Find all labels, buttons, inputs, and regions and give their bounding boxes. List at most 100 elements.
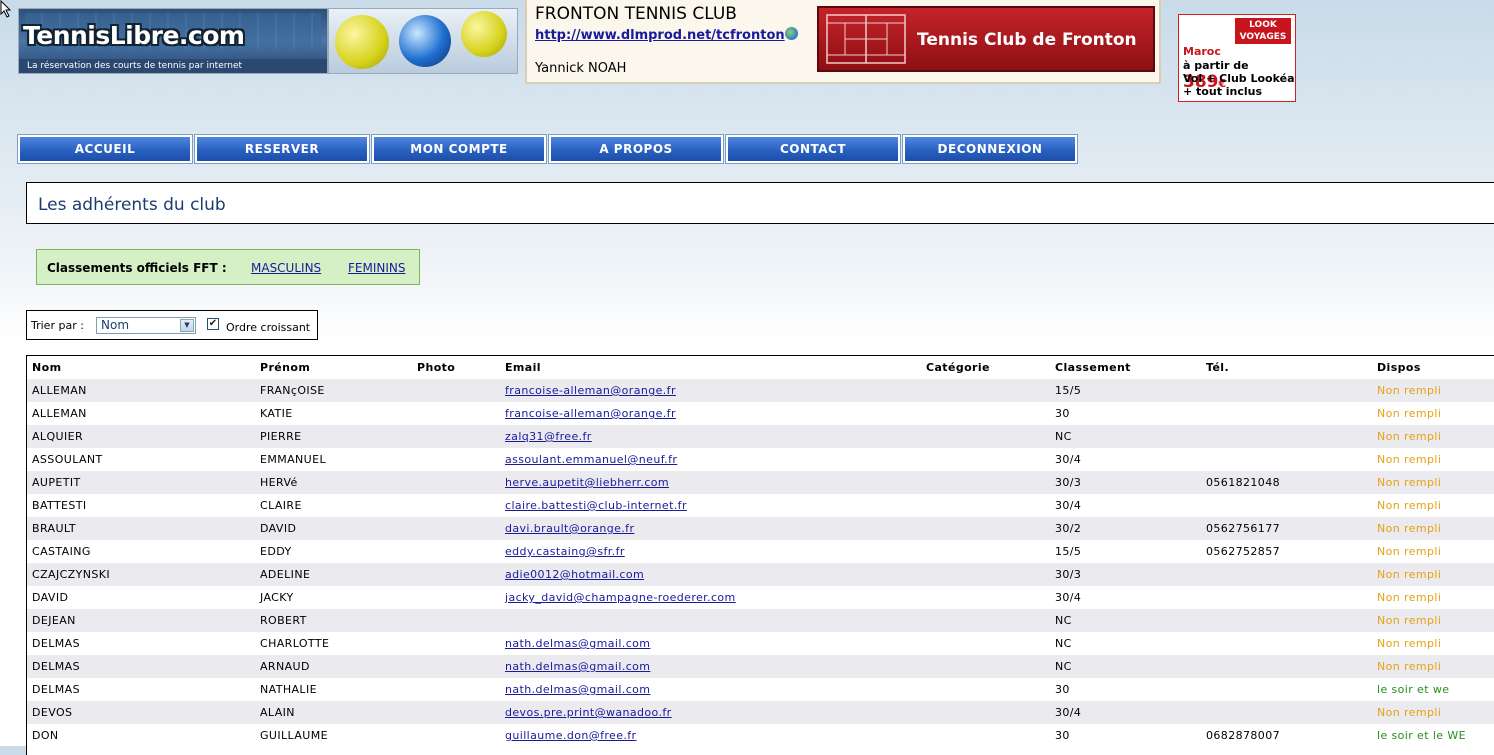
chevron-down-icon[interactable]: ▼ xyxy=(180,319,194,332)
cell-prenom: FRANçOISE xyxy=(255,379,412,402)
members-table: Nom Prénom Photo Email Catégorie Classem… xyxy=(26,355,1494,755)
cell-nom: CASTAING xyxy=(27,540,255,563)
cell-tel: 0562756177 xyxy=(1201,517,1372,540)
cell-tel: 0562752857 xyxy=(1201,540,1372,563)
fft-women-link[interactable]: FEMININS xyxy=(348,261,406,275)
site-logo[interactable]: TennisLibre.com La réservation des court… xyxy=(18,8,518,74)
cell-tel xyxy=(1201,425,1372,448)
nav-deconnexion-button[interactable]: DECONNEXION xyxy=(902,134,1078,164)
cell-dispos: Non rempli xyxy=(1372,563,1494,586)
ad-price-prefix: à partir de xyxy=(1183,59,1249,72)
email-link[interactable]: davi.brault@orange.fr xyxy=(505,522,634,535)
email-link[interactable]: francoise-alleman@orange.fr xyxy=(505,407,676,420)
cell-prenom: ROBERT xyxy=(255,609,412,632)
cell-classement: 30/4 xyxy=(1050,701,1201,724)
email-link[interactable]: herve.aupetit@liebherr.com xyxy=(505,476,669,489)
email-link[interactable]: claire.battesti@club-internet.fr xyxy=(505,499,687,512)
cell-tel: 0682878007 xyxy=(1201,724,1372,747)
cell-prenom: GUILLAUME xyxy=(255,724,412,747)
mouse-cursor-icon xyxy=(0,0,12,18)
email-link[interactable]: francoise-alleman@orange.fr xyxy=(505,384,676,397)
cell-nom: DELMAS xyxy=(27,632,255,655)
nav-mon-compte-button[interactable]: MON COMPTE xyxy=(371,134,547,164)
email-link[interactable]: guillaume.don@free.fr xyxy=(505,729,636,742)
column-header-dispos: Dispos xyxy=(1372,356,1494,379)
cell-categorie xyxy=(921,678,1050,701)
cell-prenom: EDDY xyxy=(255,540,412,563)
cell-classement: 30 xyxy=(1050,402,1201,425)
cell-email: davi.brault@orange.fr xyxy=(500,517,921,540)
main-nav: ACCUEIL RESERVER MON COMPTE A PROPOS CON… xyxy=(17,134,1078,164)
email-link[interactable]: zalq31@free.fr xyxy=(505,430,592,443)
cell-email: eddy.castaing@sfr.fr xyxy=(500,540,921,563)
club-contact: Yannick NOAH xyxy=(535,61,627,76)
order-checkbox[interactable]: ✔ xyxy=(207,318,219,330)
club-url-link[interactable]: http://www.dlmprod.net/tcfronton xyxy=(535,28,785,43)
cell-dispos: Non rempli xyxy=(1372,471,1494,494)
cell-dispos: Non rempli xyxy=(1372,494,1494,517)
cell-dispos: le soir et we xyxy=(1372,678,1494,701)
club-name: FRONTON TENNIS CLUB xyxy=(535,4,737,24)
email-link[interactable]: nath.delmas@gmail.com xyxy=(505,683,650,696)
cell-classement: 30/4 xyxy=(1050,448,1201,471)
table-row: DELMAS CHARLOTTE nath.delmas@gmail.com NC No… xyxy=(27,632,1494,655)
cell-categorie xyxy=(921,655,1050,678)
email-link[interactable]: devos.pre.print@wanadoo.fr xyxy=(505,706,672,719)
cell-email xyxy=(500,609,921,632)
cell-categorie xyxy=(921,448,1050,471)
cell-prenom: CHARLOTTE xyxy=(255,632,412,655)
email-link[interactable]: nath.delmas@gmail.com xyxy=(505,660,650,673)
fft-men-link[interactable]: MASCULINS xyxy=(251,261,321,275)
cell-categorie xyxy=(921,701,1050,724)
table-row: CASTAING EDDY eddy.castaing@sfr.fr 15/5 0562… xyxy=(27,540,1494,563)
cell-categorie xyxy=(921,517,1050,540)
cell-categorie xyxy=(921,563,1050,586)
cell-categorie xyxy=(921,471,1050,494)
column-header-classement: Classement xyxy=(1050,356,1201,379)
cell-classement: NC xyxy=(1050,655,1201,678)
club-banner[interactable]: Tennis Club de Fronton xyxy=(817,6,1155,72)
cell-prenom: DAVID xyxy=(255,517,412,540)
cell-classement: 30 xyxy=(1050,678,1201,701)
cell-tel xyxy=(1201,586,1372,609)
cell-classement: NC xyxy=(1050,425,1201,448)
cell-email: assoulant.emmanuel@neuf.fr xyxy=(500,448,921,471)
cell-dispos: Non rempli xyxy=(1372,701,1494,724)
cell-tel xyxy=(1201,655,1372,678)
sort-select[interactable]: Nom ▼ xyxy=(96,317,196,334)
cell-tel xyxy=(1201,563,1372,586)
email-link[interactable]: nath.delmas@gmail.com xyxy=(505,637,650,650)
nav-contact-button[interactable]: CONTACT xyxy=(725,134,901,164)
nav-reserver-button[interactable]: RESERVER xyxy=(194,134,370,164)
email-link[interactable]: jacky_david@champagne-roederer.com xyxy=(505,591,736,604)
cell-nom: ALLEMAN xyxy=(27,379,255,402)
nav-a-propos-button[interactable]: A PROPOS xyxy=(548,134,724,164)
column-header-nom: Nom xyxy=(27,356,255,379)
cell-nom: DEVOS xyxy=(27,701,255,724)
fft-label: Classements officiels FFT : xyxy=(47,261,227,275)
nav-accueil-button[interactable]: ACCUEIL xyxy=(17,134,193,164)
table-row: BRAULT DAVID davi.brault@orange.fr 30/2 0562… xyxy=(27,517,1494,540)
cell-prenom: ALAIN xyxy=(255,701,412,724)
email-link[interactable]: eddy.castaing@sfr.fr xyxy=(505,545,625,558)
email-link[interactable]: assoulant.emmanuel@neuf.fr xyxy=(505,453,677,466)
cell-email: jacky_david@champagne-roederer.com xyxy=(500,586,921,609)
cell-prenom: EMMANUEL xyxy=(255,448,412,471)
ad-banner[interactable]: LOOK VOYAGES Maroc à partir de 389€ Vol … xyxy=(1178,14,1296,102)
table-row: DEVOS ALAIN devos.pre.print@wanadoo.fr 30/4… xyxy=(27,701,1494,724)
cell-photo xyxy=(412,448,500,471)
cell-photo xyxy=(412,632,500,655)
cell-tel xyxy=(1201,701,1372,724)
cell-dispos: Non rempli xyxy=(1372,632,1494,655)
cell-email: devos.pre.print@wanadoo.fr xyxy=(500,701,921,724)
cell-dispos: Non rempli xyxy=(1372,448,1494,471)
table-row: CZAJCZYNSKI ADELINE adie0012@hotmail.com 30… xyxy=(27,563,1494,586)
logo-panel: TennisLibre.com La réservation des court… xyxy=(18,8,328,74)
fft-rankings-box: Classements officiels FFT : MASCULINS FE… xyxy=(36,249,420,285)
cell-tel xyxy=(1201,402,1372,425)
email-link[interactable]: adie0012@hotmail.com xyxy=(505,568,644,581)
cell-tel xyxy=(1201,632,1372,655)
column-header-categorie: Catégorie xyxy=(921,356,1050,379)
cell-photo xyxy=(412,425,500,448)
cell-nom: DON xyxy=(27,724,255,747)
